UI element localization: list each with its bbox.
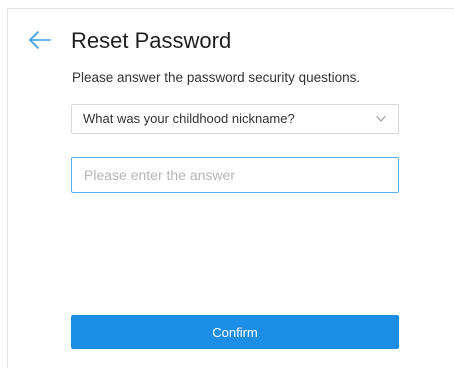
confirm-button[interactable]: Confirm <box>71 315 399 349</box>
selected-question: What was your childhood nickname? <box>83 111 295 126</box>
answer-input[interactable] <box>71 157 399 193</box>
instruction-text: Please answer the password security ques… <box>72 70 361 85</box>
page-title: Reset Password <box>71 28 232 53</box>
back-button[interactable] <box>27 28 53 52</box>
chevron-down-icon <box>376 115 386 123</box>
security-question-select[interactable]: What was your childhood nickname? <box>71 104 399 134</box>
arrow-left-icon <box>27 28 53 52</box>
